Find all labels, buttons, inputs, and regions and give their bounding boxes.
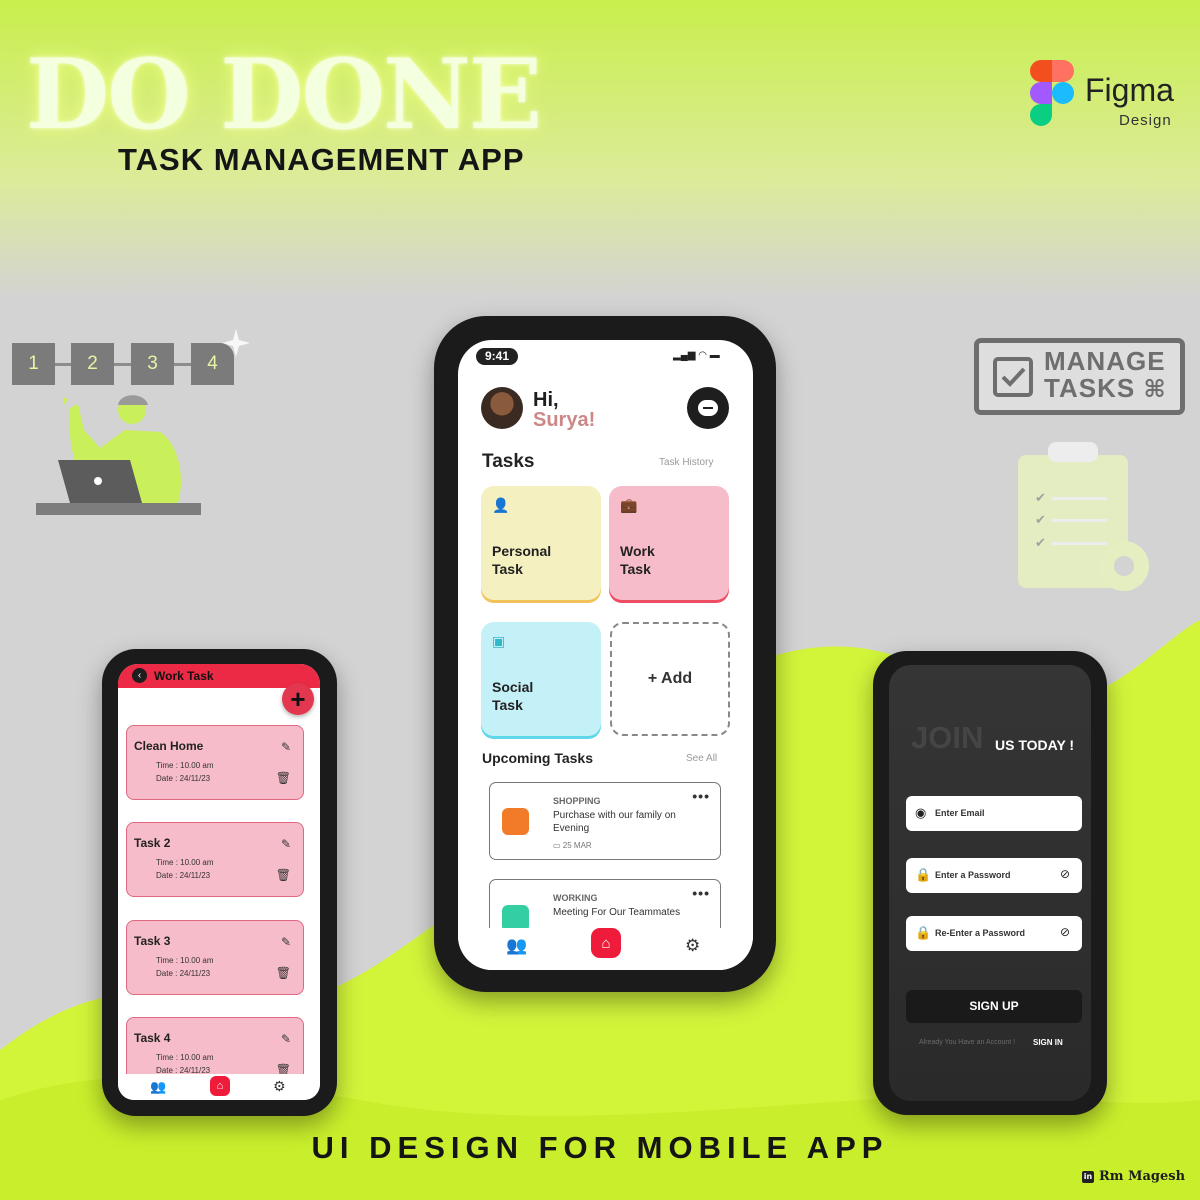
settings-tab-icon[interactable]: ⚙ xyxy=(685,936,700,956)
card-label: Personal Task xyxy=(492,543,552,577)
step-1: 1 xyxy=(12,343,55,385)
manage-tasks-text: MANAGE TASKS ⌘ xyxy=(1044,346,1167,404)
add-task-category-button[interactable]: + Add xyxy=(610,622,730,736)
status-icons: ▂▄▆ ◠ ▬ xyxy=(673,350,720,361)
personal-task-card[interactable]: 👤 Personal Task xyxy=(481,486,601,600)
task-name: Task 4 xyxy=(134,1031,171,1045)
task-category: SHOPPING xyxy=(553,796,601,806)
social-tab-icon[interactable]: 👥 xyxy=(506,936,527,956)
task-meta: Time : 10.00 am Date : 24/11/23 xyxy=(156,761,214,783)
task-date: ▭ 25 MAR xyxy=(553,841,592,850)
task-card[interactable]: Task 2 Time : 10.00 am Date : 24/11/23 ✎ … xyxy=(126,822,304,897)
status-time: 9:41 xyxy=(476,348,518,365)
sign-up-button[interactable]: SIGN UP xyxy=(906,990,1082,1023)
trash-icon[interactable]: 🗑 xyxy=(276,771,291,785)
avatar[interactable] xyxy=(481,387,523,429)
user-icon: ◉ xyxy=(915,805,927,820)
svg-text:✔: ✔ xyxy=(1035,513,1046,528)
task-card[interactable]: Task 3 Time : 10.00 am Date : 24/11/23 ✎ … xyxy=(126,920,304,995)
bottom-tab-bar: 👥 ⌂ ⚙ xyxy=(118,1074,320,1100)
eye-off-icon[interactable]: ⊘ xyxy=(1060,867,1070,881)
tasks-title: Tasks xyxy=(482,451,535,472)
signup-screen: JOIN US TODAY ! ◉ Enter Email 🔒 Enter a … xyxy=(889,665,1091,1101)
work-task-title: Work Task xyxy=(154,669,214,683)
edit-icon[interactable]: ✎ xyxy=(281,837,291,851)
trash-icon[interactable]: 🗑 xyxy=(276,966,291,980)
more-icon[interactable]: ••• xyxy=(692,885,710,901)
chat-button[interactable] xyxy=(687,387,729,429)
task-card[interactable]: Clean Home Time : 10.00 am Date : 24/11/2… xyxy=(126,725,304,800)
task-name: Task 2 xyxy=(134,836,171,850)
join-subheading: US TODAY ! xyxy=(995,737,1075,753)
step-2: 2 xyxy=(71,343,114,385)
add-task-button[interactable]: + xyxy=(282,683,314,715)
trash-icon[interactable]: 🗑 xyxy=(276,868,291,882)
footer-title: UI DESIGN FOR MOBILE APP xyxy=(311,1130,889,1165)
svg-text:✔: ✔ xyxy=(1035,536,1046,551)
chat-icon xyxy=(698,400,718,416)
reenter-password-field[interactable]: 🔒 Re-Enter a Password ⊘ xyxy=(906,916,1082,951)
password-field[interactable]: 🔒 Enter a Password ⊘ xyxy=(906,858,1082,893)
work-task-screen: ‹ Work Task + Clean Home Time : 10.00 am… xyxy=(118,664,320,1100)
join-heading: JOIN xyxy=(911,720,984,755)
author-credit: in Rm Magesh xyxy=(1082,1169,1186,1184)
home-tab-icon[interactable]: ⌂ xyxy=(210,1076,230,1096)
home-screen: 9:41 ▂▄▆ ◠ ▬ Hi, Surya! Tasks Task Histo… xyxy=(458,340,753,970)
see-all-link[interactable]: See All xyxy=(686,753,717,764)
edit-icon[interactable]: ✎ xyxy=(281,935,291,949)
card-label: Work Task xyxy=(620,543,655,577)
home-tab-icon[interactable]: ⌂ xyxy=(591,928,621,958)
back-button[interactable]: ‹ xyxy=(132,668,147,683)
figma-design-label: Design xyxy=(1119,112,1172,129)
work-task-card[interactable]: 💼 Work Task xyxy=(609,486,729,600)
task-history-link[interactable]: Task History xyxy=(659,457,713,468)
sign-in-link[interactable]: SIGN IN xyxy=(1033,1038,1063,1047)
already-account-text: Already You Have an Account ! xyxy=(919,1039,1016,1046)
figma-wordmark: Figma xyxy=(1085,72,1174,108)
task-name: Clean Home xyxy=(134,739,204,753)
task-meta: Time : 10.00 am Date : 24/11/23 xyxy=(156,858,214,880)
checkbox-icon xyxy=(993,357,1033,397)
lock-icon: 🔒 xyxy=(915,867,932,882)
bottom-tab-bar: 👥 ⌂ ⚙ xyxy=(458,928,753,970)
shopping-bag-icon xyxy=(502,808,529,835)
edit-icon[interactable]: ✎ xyxy=(281,740,291,754)
svg-text:✔: ✔ xyxy=(1035,491,1046,506)
step-4: 4 xyxy=(191,343,234,385)
email-field[interactable]: ◉ Enter Email xyxy=(906,796,1082,831)
settings-tab-icon[interactable]: ⚙ xyxy=(273,1078,286,1095)
task-description: Meeting For Our Teammates xyxy=(553,907,681,918)
upcoming-task-card[interactable]: SHOPPING Purchase with our family on Eve… xyxy=(489,782,721,860)
greeting: Hi, xyxy=(533,389,559,411)
app-logo-title: DO DONE xyxy=(26,38,542,151)
task-description: Purchase with our family on Evening xyxy=(553,810,676,834)
upcoming-tasks-title: Upcoming Tasks xyxy=(482,750,593,766)
lock-icon: 🔒 xyxy=(915,925,932,940)
task-name: Task 3 xyxy=(134,934,171,948)
manage-tasks-badge: MANAGE TASKS ⌘ xyxy=(974,338,1185,415)
social-tab-icon[interactable]: 👥 xyxy=(150,1079,166,1095)
person-icon: 👤 xyxy=(492,497,510,513)
more-icon[interactable]: ••• xyxy=(692,788,710,804)
app-subtitle: TASK MANAGEMENT APP xyxy=(118,142,525,177)
user-name: Surya! xyxy=(533,409,596,431)
task-meta: Time : 10.00 am Date : 24/11/23 xyxy=(156,956,214,978)
step-3: 3 xyxy=(131,343,174,385)
linkedin-icon: in xyxy=(1082,1170,1094,1183)
task-category: WORKING xyxy=(553,893,598,903)
card-label: Social Task xyxy=(492,679,534,713)
edit-icon[interactable]: ✎ xyxy=(281,1032,291,1046)
briefcase-icon: 💼 xyxy=(620,497,638,513)
eye-off-icon[interactable]: ⊘ xyxy=(1060,925,1070,939)
social-task-card[interactable]: ▣ Social Task xyxy=(481,622,601,736)
social-icon: ▣ xyxy=(492,633,506,649)
